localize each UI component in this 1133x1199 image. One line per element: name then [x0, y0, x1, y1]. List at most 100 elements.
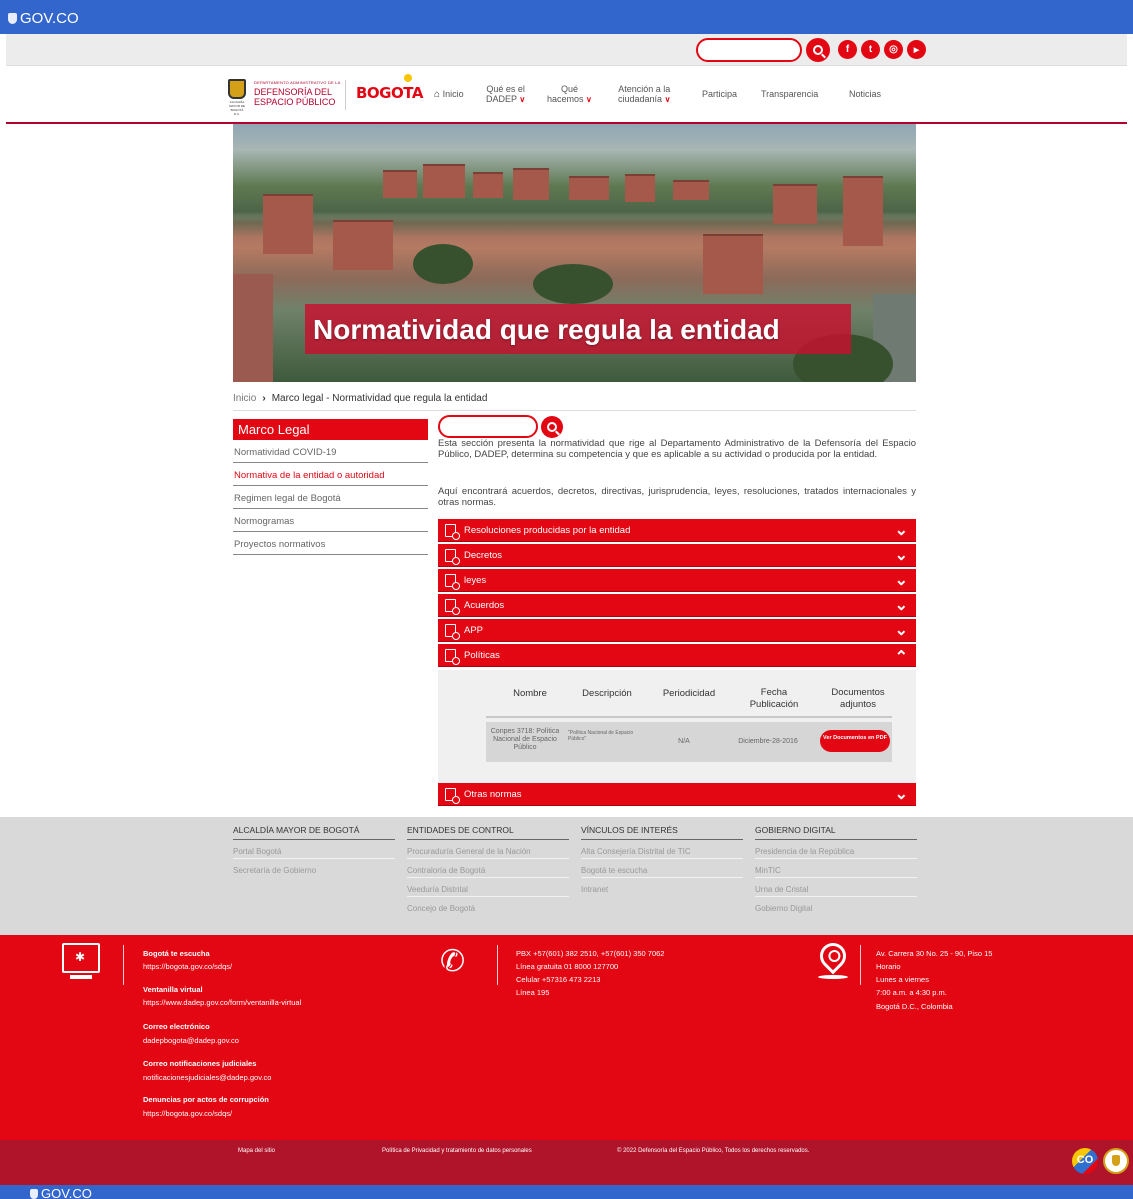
accordion-acuerdos[interactable]: Acuerdos ⌄ — [438, 594, 916, 617]
chevron-down-icon: ∨ — [519, 95, 526, 104]
banner-tree — [533, 264, 613, 304]
table-header-documentos: Documentos adjuntos — [831, 687, 885, 710]
privacy-link[interactable]: Política de Privacidad y tratamiento de … — [382, 1148, 532, 1154]
nav-atencion[interactable]: Atención a la ciudadanía ∨ — [618, 84, 670, 105]
accordion-resoluciones[interactable]: Resoluciones producidas por la entidad ⌄ — [438, 519, 916, 542]
footer-link[interactable]: Veeduría Distrital — [407, 878, 569, 897]
accordion-label: Resoluciones producidas por la entidad — [464, 525, 631, 536]
footer-link[interactable]: Contraloría de Bogotá — [407, 859, 569, 878]
computer-icon: ✱ — [62, 943, 100, 973]
cursor-icon: ✱ — [75, 950, 86, 964]
content-search-input[interactable] — [438, 415, 538, 438]
footer-link[interactable]: Secretaría de Gobierno — [233, 859, 395, 878]
sidebar-item-covid[interactable]: Normatividad COVID-19 — [233, 440, 428, 463]
chevron-down-icon: ⌄ — [894, 572, 908, 589]
sidebar-item-normogramas[interactable]: Normogramas — [233, 509, 428, 532]
accordion-label: Políticas — [464, 650, 500, 661]
banner-building — [473, 172, 503, 198]
address-line: Av. Carrera 30 No. 25 - 90, Piso 15 — [876, 949, 993, 958]
bogota-logo[interactable]: BOGOTA — [356, 74, 423, 102]
nav-atencion-label-1: Atención a la — [618, 84, 671, 94]
footer-col-title: GOBIERNO DIGITAL — [755, 825, 917, 840]
phone-line: PBX +57(601) 382 2510, +57(601) 350 7062 — [516, 949, 665, 958]
footer-link[interactable]: MinTIC — [755, 859, 917, 878]
content-search-button[interactable] — [541, 416, 563, 438]
nav-home[interactable]: ⌂ Inicio — [434, 89, 464, 100]
nav-dadep[interactable]: Qué es el DADEP ∨ — [486, 84, 525, 105]
header-search-input[interactable] — [696, 38, 802, 62]
banner-building — [333, 220, 393, 270]
banner-building — [673, 180, 709, 200]
contact-link[interactable]: https://www.dadep.gov.co/form/ventanilla… — [143, 998, 301, 1007]
footer-link[interactable]: Intranet — [581, 878, 743, 897]
gov-co-logo[interactable]: GOV.CO — [8, 10, 79, 27]
document-search-icon — [445, 599, 460, 615]
accordion-decretos[interactable]: Decretos ⌄ — [438, 544, 916, 567]
breadcrumb-home[interactable]: Inicio — [233, 393, 256, 404]
footer-link[interactable]: Urna de Cristal — [755, 878, 917, 897]
escudo-logo[interactable]: ALCALDÍA MAYOR DE BOGOTÁ D.C. — [228, 79, 246, 116]
sidebar-item-regimen[interactable]: Regimen legal de Bogotá — [233, 486, 428, 509]
address-line: Horario — [876, 962, 901, 971]
twitter-icon[interactable]: t — [861, 40, 880, 59]
phone-line: Línea gratuita 01 8000 127700 — [516, 962, 619, 971]
nav-noticias[interactable]: Noticias — [849, 89, 881, 99]
contact-link[interactable]: notificacionesjudiciales@dadep.gov.co — [143, 1073, 271, 1082]
main-nav: ALCALDÍA MAYOR DE BOGOTÁ D.C. DEPARTAMEN… — [6, 66, 1127, 124]
copyright-text: © 2022 Defensoría del Espacio Público, T… — [617, 1148, 810, 1154]
cell-nombre: Conpes 3718: Política Nacional de Espaci… — [490, 728, 560, 751]
footer-link[interactable]: Presidencia de la República — [755, 840, 917, 859]
contact-link[interactable]: https://bogota.gov.co/sdqs/ — [143, 1109, 232, 1118]
intro-paragraph-2: Aquí encontrará acuerdos, decretos, dire… — [438, 486, 916, 508]
hero-banner: Normatividad que regula la entidad — [233, 124, 916, 382]
accordion-otras-normas[interactable]: Otras normas ⌄ — [438, 783, 916, 806]
document-search-icon — [445, 549, 460, 565]
accordion-label: APP — [464, 625, 484, 636]
sitemap-link[interactable]: Mapa del sitio — [238, 1148, 275, 1154]
view-pdf-button[interactable]: Ver Documentos en PDF — [820, 730, 890, 752]
accordion-politicas[interactable]: Políticas ⌃ — [438, 644, 916, 667]
nav-atencion-label-2: ciudadanía — [618, 94, 663, 104]
dadep-logo[interactable]: DEPARTAMENTO ADMINISTRATIVO DE LA DEFENS… — [254, 80, 346, 110]
nav-transparencia[interactable]: Transparencia — [761, 89, 818, 99]
gov-co-logo[interactable]: GOV.CO — [30, 1186, 92, 1199]
banner-building — [625, 174, 655, 202]
chevron-down-icon: ⌄ — [894, 597, 908, 614]
sidebar-item-proyectos[interactable]: Proyectos normativos — [233, 532, 428, 555]
footer-link[interactable]: Alta Consejería Distrital de TIC — [581, 840, 743, 859]
bogota-logo-text: BOGOTA — [356, 84, 423, 102]
table-header-descripcion: Descripción — [582, 688, 632, 699]
table-header-fecha: Fecha Publicación — [749, 687, 799, 710]
footer-link[interactable]: Bogotá te escucha — [581, 859, 743, 878]
cell-periodicidad: N/A — [678, 738, 690, 745]
header-search-button[interactable] — [806, 38, 830, 62]
nav-participa[interactable]: Participa — [702, 89, 737, 99]
dadep-logo-line1: DEFENSORÍA DEL — [254, 87, 333, 97]
youtube-icon[interactable]: ▶ — [907, 40, 926, 59]
footer-col-title: VÍNCULOS DE INTERÉS — [581, 825, 743, 840]
cell-fecha: Diciembre-28-2016 — [738, 738, 798, 745]
footer-col-control: ENTIDADES DE CONTROL Procuraduría Genera… — [407, 825, 569, 916]
nav-hacemos[interactable]: Qué hacemos ∨ — [547, 84, 592, 105]
escudo-text: ALCALDÍA MAYOR DE BOGOTÁ D.C. — [229, 100, 245, 116]
footer-link[interactable]: Procuraduría General de la Nación — [407, 840, 569, 859]
chevron-down-icon: ⌄ — [894, 547, 908, 564]
address-line: 7:00 a.m. a 4:30 p.m. — [876, 988, 947, 997]
instagram-icon[interactable]: ◎ — [884, 40, 903, 59]
co-badge[interactable]: CO — [1072, 1148, 1098, 1174]
sidebar-item-normativa[interactable]: Normativa de la entidad o autoridad — [233, 463, 428, 486]
footer-link[interactable]: Concejo de Bogotá — [407, 897, 569, 916]
footer-link[interactable]: Gobierno Digital — [755, 897, 917, 916]
facebook-icon[interactable]: f — [838, 40, 857, 59]
contact-link[interactable]: dadepbogota@dadep.gov.co — [143, 1036, 239, 1045]
table-row: Conpes 3718: Política Nacional de Espaci… — [486, 722, 892, 762]
table-header-periodicidad: Periodicidad — [662, 688, 716, 699]
contact-link[interactable]: https://bogota.gov.co/sdqs/ — [143, 962, 232, 971]
gov-co-label: GOV.CO — [20, 10, 79, 27]
table-header-nombre: Nombre — [513, 688, 547, 699]
chevron-down-icon: ⌄ — [894, 622, 908, 639]
banner-tree — [413, 244, 473, 284]
footer-link[interactable]: Portal Bogotá — [233, 840, 395, 859]
accordion-leyes[interactable]: leyes ⌄ — [438, 569, 916, 592]
accordion-app[interactable]: APP ⌄ — [438, 619, 916, 642]
